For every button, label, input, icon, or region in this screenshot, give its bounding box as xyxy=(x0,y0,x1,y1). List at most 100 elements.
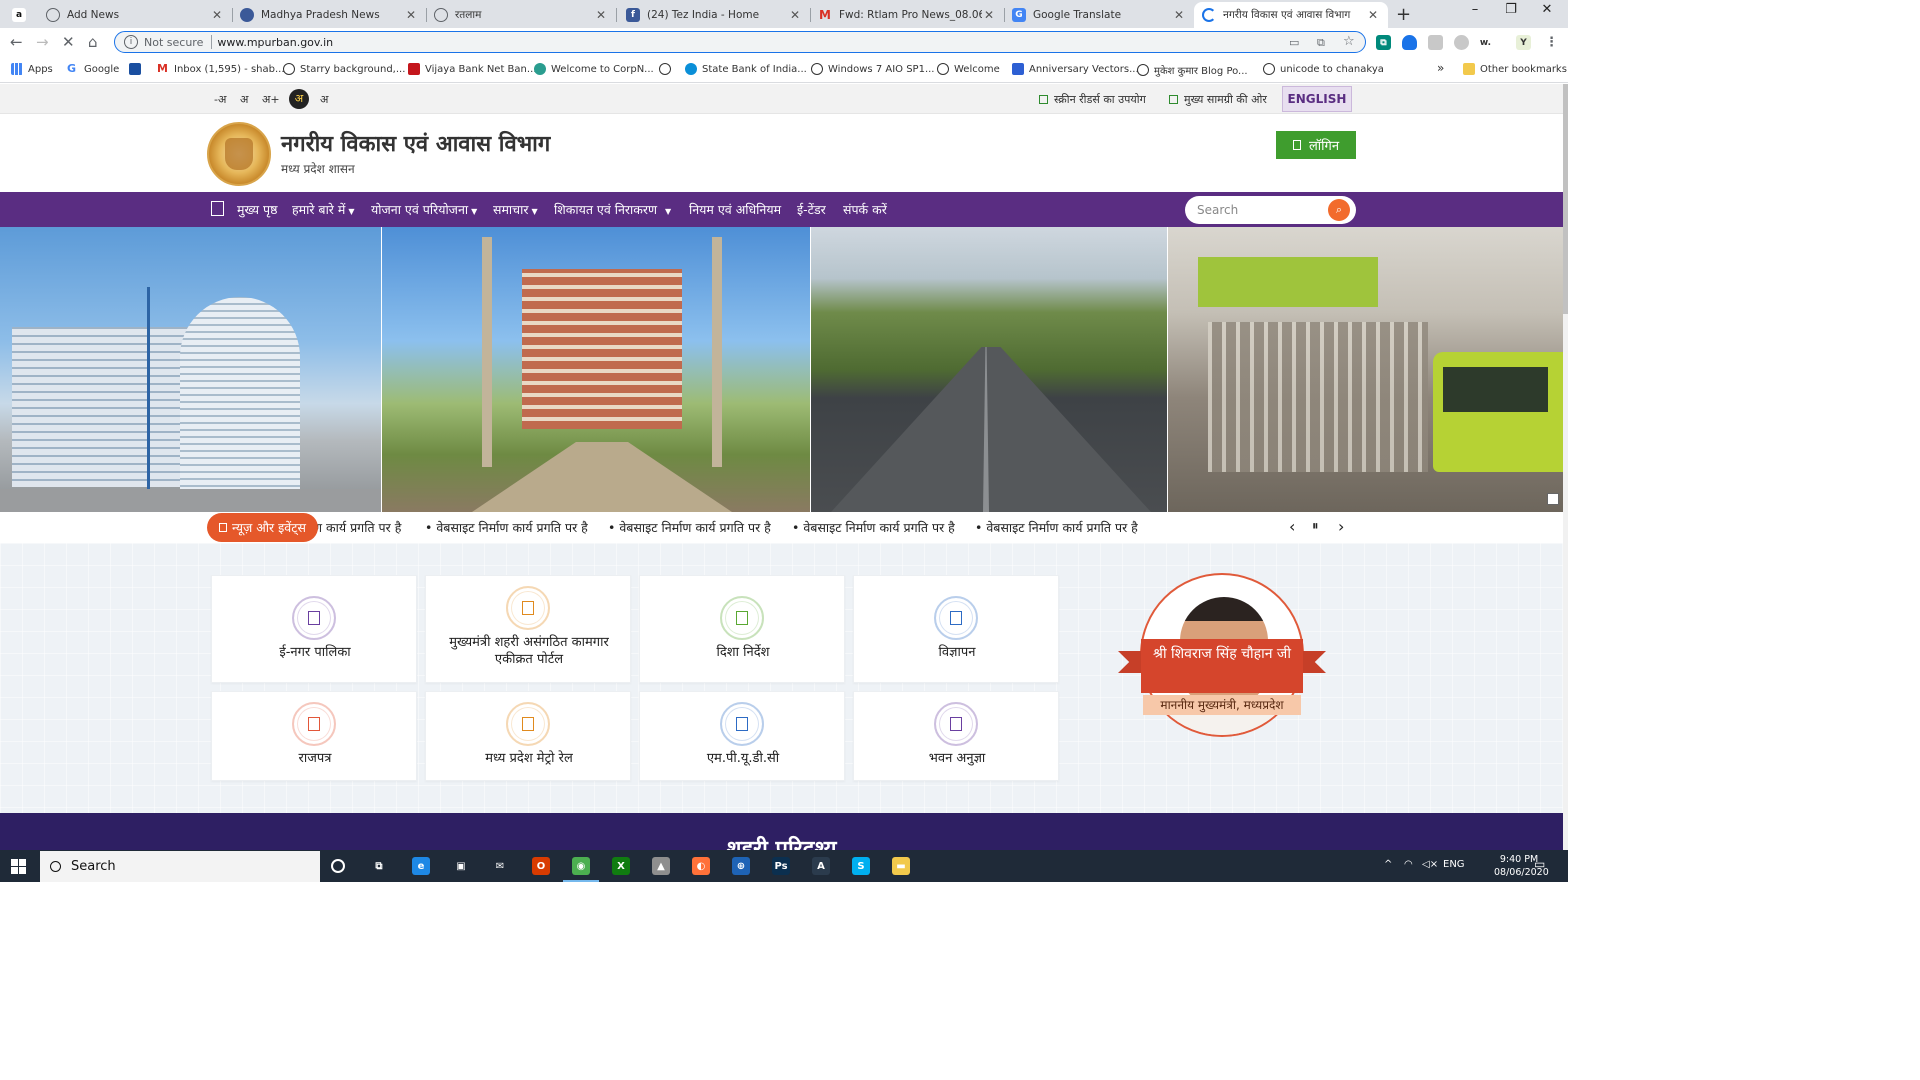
store-icon[interactable]: ▣ xyxy=(452,857,470,875)
back-arrow-icon[interactable]: ← xyxy=(10,33,23,51)
nav-e-tender[interactable]: ई-टेंडर xyxy=(797,201,826,218)
home-icon[interactable]: ⌂ xyxy=(88,33,98,51)
service-card[interactable]: ई-नगर पालिका xyxy=(211,575,417,683)
nav-rules-acts[interactable]: नियम एवं अधिनियम xyxy=(689,201,781,218)
menu-kebab-icon[interactable]: ⋮ xyxy=(1544,35,1559,50)
tab-nagariya-vikas[interactable]: नगरीय विकास एवं आवास विभाग ✕ xyxy=(1194,2,1388,28)
input-language[interactable]: ENG xyxy=(1443,859,1465,870)
service-card[interactable]: एम.पी.यू.डी.सी xyxy=(639,691,845,781)
ticker-pause-button[interactable]: ⏸ xyxy=(1312,519,1319,534)
service-card[interactable]: भवन अनुज्ञा xyxy=(853,691,1059,781)
bookmark-windows7[interactable]: Windows 7 AIO SP1... xyxy=(811,63,934,75)
translate-page-icon[interactable]: ⧉ xyxy=(1317,36,1325,50)
other-bookmarks[interactable]: Other bookmarks xyxy=(1463,63,1567,75)
screen-reader-link[interactable]: स्क्रीन रीडर्स का उपयोग xyxy=(1039,92,1146,107)
close-tab-icon[interactable]: ✕ xyxy=(982,8,996,22)
close-tab-icon[interactable]: ✕ xyxy=(1366,8,1380,22)
news-events-label[interactable]: न्यूज़ और इवेंट्स xyxy=(207,513,318,542)
service-card[interactable]: विज्ञापन xyxy=(853,575,1059,683)
close-tab-icon[interactable]: ✕ xyxy=(1172,8,1186,22)
extension-icon[interactable]: ⧉ xyxy=(1376,35,1391,50)
service-card[interactable]: राजपत्र xyxy=(211,691,417,781)
nav-about-us[interactable]: हमारे बारे में ▼ xyxy=(292,201,355,218)
task-view-icon[interactable]: ⧉ xyxy=(370,857,388,875)
bookmark-inbox[interactable]: M Inbox (1,595) - shab... xyxy=(157,63,285,75)
bookmark-site[interactable] xyxy=(129,63,146,75)
firefox-icon[interactable]: ◐ xyxy=(692,857,710,875)
office-icon[interactable]: O xyxy=(532,857,550,875)
bookmark-star-icon[interactable]: ☆ xyxy=(1343,34,1355,49)
bookmark-apps[interactable]: Apps xyxy=(11,63,53,75)
close-window-button[interactable]: ✕ xyxy=(1524,2,1570,17)
font-increase-button[interactable]: अ+ xyxy=(262,92,280,107)
font-decrease-button[interactable]: -अ xyxy=(214,92,226,107)
service-card[interactable]: दिशा निर्देश xyxy=(639,575,845,683)
tab-gmail-fwd[interactable]: M Fwd: Rtlam Pro News_08.06.2020 ✕ xyxy=(810,2,1004,28)
bookmark-google[interactable]: G Google xyxy=(67,63,119,75)
service-card[interactable]: मध्य प्रदेश मेट्रो रेल xyxy=(425,691,631,781)
info-icon[interactable]: i xyxy=(124,35,138,49)
profile-avatar[interactable]: Y xyxy=(1516,35,1531,50)
app-a-icon[interactable]: A xyxy=(812,857,830,875)
nav-contact[interactable]: संपर्क करें xyxy=(843,201,887,218)
pause-slider-icon[interactable] xyxy=(1547,493,1559,505)
close-tab-icon[interactable]: ✕ xyxy=(594,8,608,22)
page-scrollbar[interactable] xyxy=(1563,84,1568,850)
stop-loading-icon[interactable]: ✕ xyxy=(62,33,75,51)
edge-icon[interactable]: e xyxy=(412,857,430,875)
extension-icon[interactable] xyxy=(1428,35,1443,50)
cortana-icon[interactable] xyxy=(331,859,345,873)
ticker-item[interactable]: • वेबसाइट निर्माण कार्य प्रगति पर है xyxy=(425,519,588,536)
translator-icon[interactable]: ⊕ xyxy=(732,857,750,875)
cast-icon[interactable]: ▭ xyxy=(1289,36,1299,49)
tab-add-news[interactable]: Add News ✕ xyxy=(38,2,232,28)
service-card[interactable]: मुख्यमंत्री शहरी असंगठित कामगार एकीक्रत … xyxy=(425,575,631,683)
tab-ratlam[interactable]: रतलाम ✕ xyxy=(426,2,616,28)
photos-icon[interactable]: ▲ xyxy=(652,857,670,875)
nav-news[interactable]: समाचार ▼ xyxy=(493,201,538,218)
close-tab-icon[interactable]: ✕ xyxy=(788,8,802,22)
extension-icon[interactable] xyxy=(1454,35,1469,50)
chrome-icon[interactable]: ◉ xyxy=(563,857,599,882)
nav-schemes-projects[interactable]: योजना एवं परियोजना ▼ xyxy=(371,201,477,218)
bookmark-corpnet[interactable]: Welcome to CorpN... xyxy=(534,63,654,75)
shield-icon[interactable] xyxy=(1402,35,1417,50)
ticker-prev-button[interactable]: ‹ xyxy=(1289,517,1295,536)
nav-home[interactable]: मुख्य पृष्ठ xyxy=(237,201,277,218)
home-icon[interactable] xyxy=(211,201,224,216)
volume-icon[interactable]: ◁× xyxy=(1422,859,1438,870)
bookmarks-overflow-button[interactable]: » xyxy=(1437,61,1444,75)
login-button[interactable]: लॉगिन xyxy=(1276,131,1356,159)
bookmark-mukesh-blog[interactable]: मुकेश कुमार Blog Po... xyxy=(1137,63,1248,77)
search-icon[interactable]: ⌕ xyxy=(1328,199,1350,221)
site-title[interactable]: नगरीय विकास एवं आवास विभाग xyxy=(281,128,550,158)
bookmark-vijaya[interactable]: Vijaya Bank Net Ban... xyxy=(408,63,536,75)
wappalyzer-icon[interactable]: w. xyxy=(1478,35,1493,50)
scrollbar-thumb[interactable] xyxy=(1563,84,1568,314)
bookmark-anniversary[interactable]: Anniversary Vectors... xyxy=(1012,63,1139,75)
bookmark-starry[interactable]: Starry background,... xyxy=(283,63,405,75)
font-normal-button[interactable]: अ xyxy=(240,92,248,107)
bookmark-sbi[interactable]: State Bank of India... xyxy=(685,63,807,75)
photoshop-icon[interactable]: Ps xyxy=(772,857,790,875)
ticker-item[interactable]: • वेबसाइट निर्माण कार्य प्रगति पर है xyxy=(975,519,1138,536)
tray-overflow-icon[interactable]: ^ xyxy=(1384,859,1392,870)
bookmark-unicode-chanakya[interactable]: unicode to chanakya xyxy=(1263,63,1384,75)
tab-madhya-pradesh-news[interactable]: Madhya Pradesh News ✕ xyxy=(232,2,426,28)
file-explorer-icon[interactable]: ▬ xyxy=(892,857,910,875)
mail-icon[interactable]: ✉ xyxy=(491,857,509,875)
skip-to-content-link[interactable]: मुख्य सामग्री की ओर xyxy=(1169,92,1267,107)
forward-arrow-icon[interactable]: → xyxy=(36,33,49,51)
bookmark-welcome[interactable]: Welcome xyxy=(937,63,1000,75)
search-input[interactable] xyxy=(1197,202,1322,218)
close-tab-icon[interactable]: ✕ xyxy=(404,8,418,22)
mp-government-emblem-logo[interactable] xyxy=(207,122,271,186)
tab-amazon[interactable]: a xyxy=(8,2,36,28)
ticker-item[interactable]: • वेबसाइट निर्माण कार्य प्रगति पर है xyxy=(792,519,955,536)
tab-google-translate[interactable]: G Google Translate ✕ xyxy=(1004,2,1194,28)
xbox-icon[interactable]: X xyxy=(612,857,630,875)
dark-contrast-button[interactable]: अ xyxy=(289,89,309,109)
close-tab-icon[interactable]: ✕ xyxy=(210,8,224,22)
taskbar-search[interactable]: Search xyxy=(40,851,320,882)
notifications-icon[interactable]: ▭ xyxy=(1534,857,1545,871)
